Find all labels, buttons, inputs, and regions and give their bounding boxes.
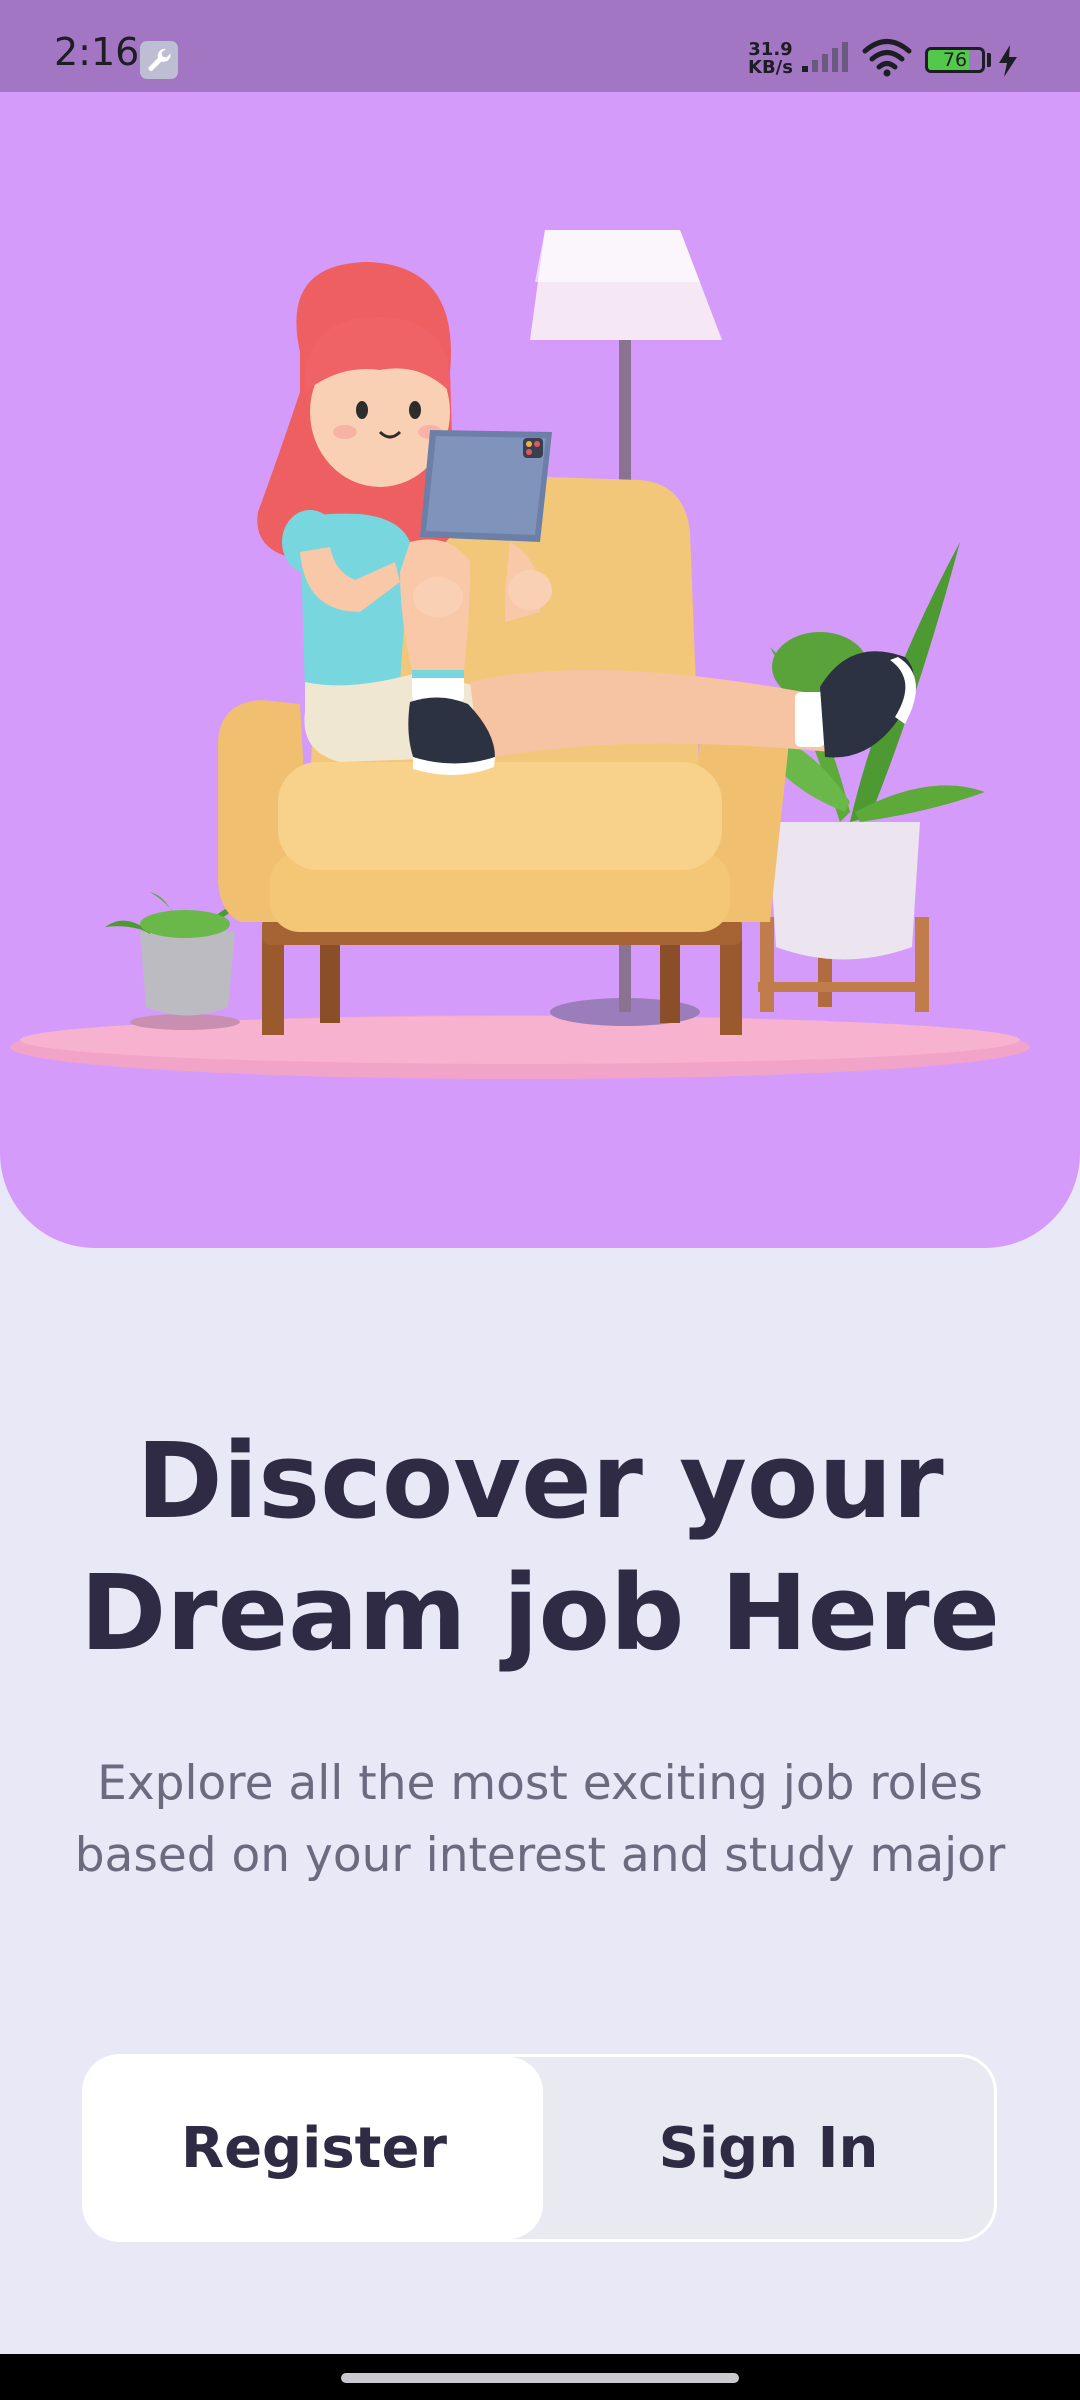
wifi-icon: [862, 39, 912, 77]
battery-level: 76: [942, 49, 968, 71]
plant-right-shape: [758, 542, 985, 1012]
hero-banner: [0, 92, 1080, 1248]
auth-segmented-control: Register Sign In: [82, 2054, 997, 2242]
home-indicator[interactable]: [341, 2373, 739, 2383]
signal-icon: [802, 42, 848, 72]
plant-left-shape: [105, 892, 240, 1030]
charging-bolt-icon: [999, 45, 1017, 77]
wrench-icon: [140, 41, 178, 79]
girl-on-armchair-with-tablet-illustration: [10, 230, 1030, 1079]
onboarding-screen: 2:16 31.9 KB/s 76 Discover your Dream jo…: [0, 0, 1080, 2400]
battery-tip: [987, 53, 991, 67]
battery-icon: 76: [925, 47, 985, 73]
register-button[interactable]: Register: [85, 2057, 543, 2239]
status-bar: 2:16 31.9 KB/s 76: [0, 0, 1080, 92]
system-navigation-bar: [0, 2354, 1080, 2400]
status-time: 2:16: [54, 30, 140, 74]
network-speed-unit: KB/s: [748, 57, 793, 78]
page-title-line-2: Dream job Here: [79, 1552, 1001, 1674]
page-title-line-1: Discover your: [136, 1420, 944, 1542]
page-title: Discover your Dream job Here: [0, 1415, 1080, 1679]
page-subtitle-line-1: Explore all the most exciting job roles: [97, 1756, 983, 1811]
network-speed: 31.9 KB/s: [748, 41, 793, 77]
page-subtitle-line-2: based on your interest and study major: [74, 1828, 1006, 1883]
page-subtitle: Explore all the most exciting job roles …: [40, 1748, 1040, 1892]
sign-in-button[interactable]: Sign In: [543, 2057, 994, 2239]
